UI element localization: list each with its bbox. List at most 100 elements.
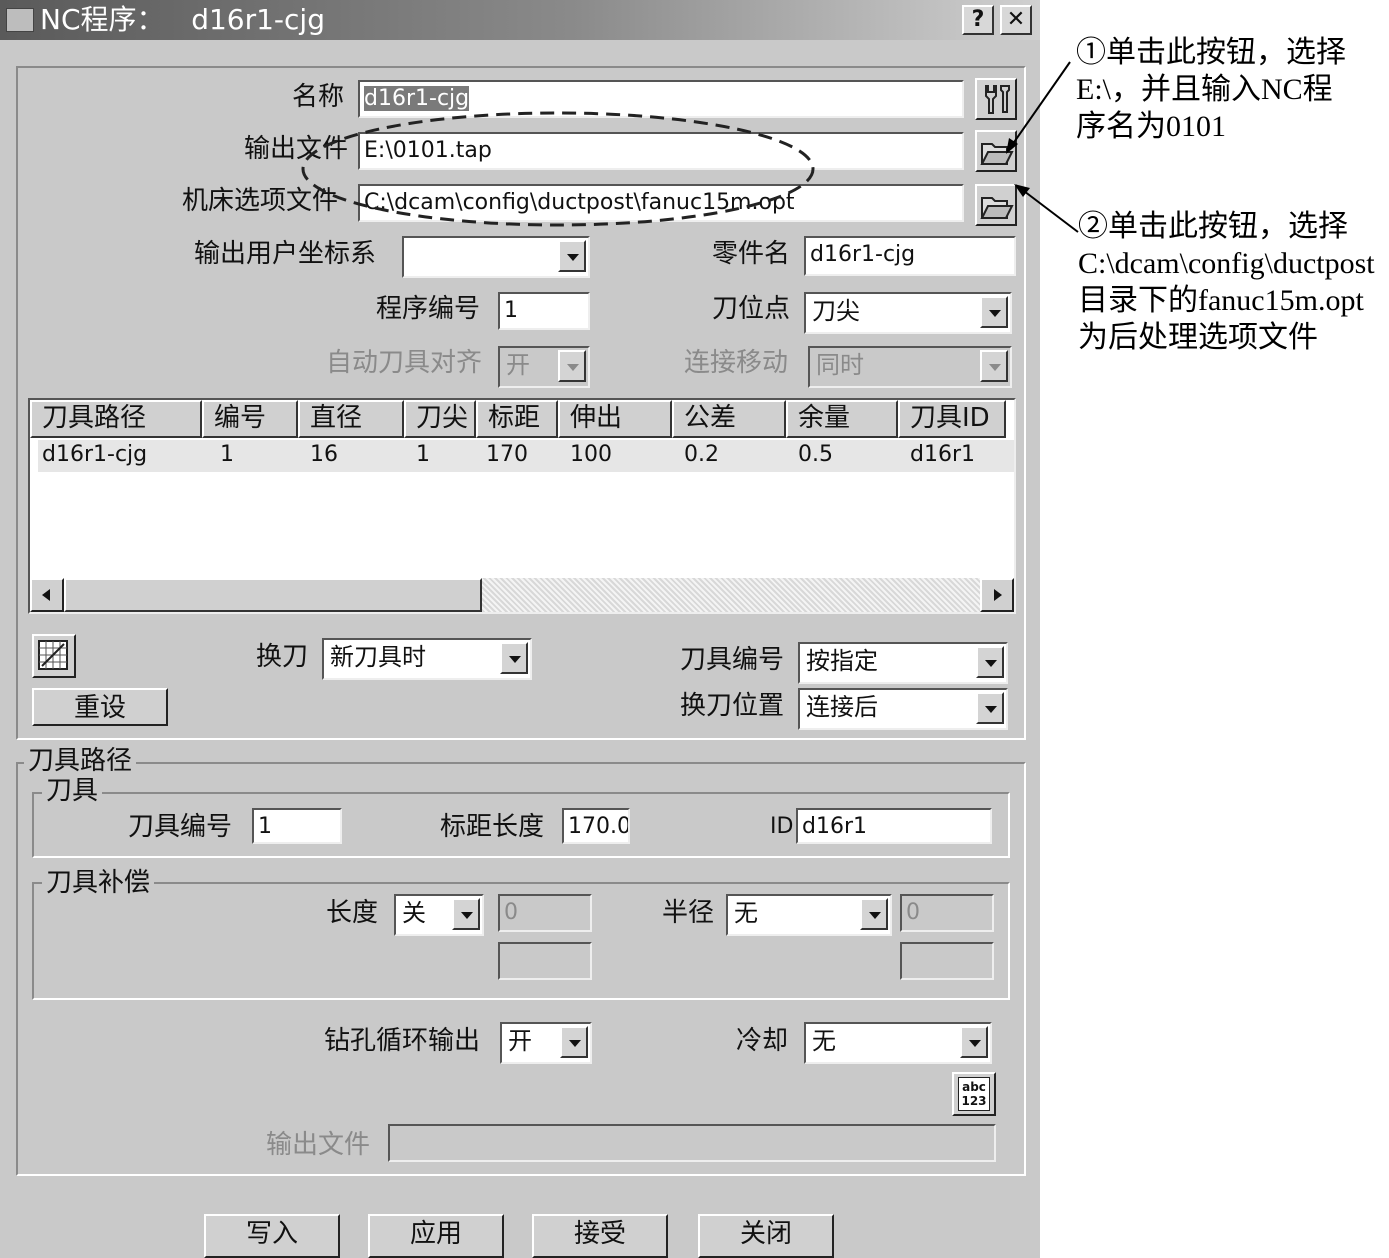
table-cell: 16 [310, 442, 338, 467]
radius-extra-field[interactable] [900, 942, 994, 980]
arrow-left-icon [42, 589, 50, 601]
coolant-select[interactable]: 无 [804, 1022, 992, 1064]
length-select[interactable]: 关 [394, 894, 484, 936]
table-cell: 0.2 [684, 442, 719, 467]
column-header[interactable]: 刀具路径 [30, 400, 202, 438]
window-title: NC程序： d16r1-cjg [40, 3, 325, 36]
annotation-arrow-1 [1009, 61, 1071, 149]
annotation-1: ①单击此按钮，选择 E:\，并且输入NC程 序名为0101 [1076, 36, 1346, 143]
arrow-right-icon [994, 589, 1002, 601]
radius-select[interactable]: 无 [726, 894, 892, 936]
drill-cycle-label: 钻孔循环输出 [324, 1026, 481, 1056]
toolpath-group-label: 刀具路径 [24, 746, 137, 776]
link-move-select[interactable]: 同时 [808, 346, 1012, 388]
length-extra-field[interactable] [498, 942, 592, 980]
auto-align-value: 开 [506, 351, 530, 379]
gauge-label: 标距长度 [440, 812, 545, 842]
drill-cycle-select[interactable]: 开 [500, 1022, 592, 1064]
toolpath-table: 刀具路径 编号 直径 刀尖 标距 伸出 公差 余量 刀具ID d16r1-cjg… [28, 398, 1016, 614]
chevron-down-icon[interactable] [980, 350, 1008, 382]
radius-label: 半径 [662, 898, 715, 928]
reset-button[interactable]: 重设 [32, 688, 168, 726]
part-name-label: 零件名 [712, 239, 791, 269]
compensation-group-label: 刀具补偿 [42, 868, 155, 898]
chevron-down-icon[interactable] [976, 646, 1004, 678]
column-header[interactable]: 标距 [476, 400, 558, 438]
coolant-value: 无 [812, 1027, 836, 1055]
radius-amount-field[interactable]: 0 [900, 894, 994, 932]
apply-button[interactable]: 应用 [368, 1214, 504, 1258]
tool-number-select[interactable]: 按指定 [798, 642, 1008, 684]
position-label: 换刀位置 [680, 691, 785, 721]
table-cell: 0.5 [798, 442, 833, 467]
scrollbar-thumb[interactable] [64, 578, 482, 612]
change-select[interactable]: 新刀具时 [322, 638, 532, 680]
chevron-down-icon[interactable] [976, 692, 1004, 724]
out-file-field[interactable] [388, 1124, 996, 1162]
position-select[interactable]: 连接后 [798, 688, 1008, 730]
table-cell: d16r1 [910, 442, 976, 467]
accept-button[interactable]: 接受 [532, 1214, 668, 1258]
horizontal-scrollbar[interactable] [30, 578, 1014, 612]
chevron-down-icon[interactable] [558, 240, 586, 272]
title-bar[interactable]: NC程序： d16r1-cjg ? ✕ [0, 0, 1040, 40]
link-move-value: 同时 [816, 351, 864, 379]
program-no-field[interactable]: 1 [498, 292, 590, 330]
column-header[interactable]: 伸出 [558, 400, 672, 438]
position-value: 连接后 [806, 693, 878, 721]
auto-align-select[interactable]: 开 [498, 346, 590, 388]
table-cell: 1 [416, 442, 430, 467]
chevron-down-icon[interactable] [452, 898, 480, 930]
write-button[interactable]: 写入 [204, 1214, 340, 1258]
part-name-field[interactable]: d16r1-cjg [804, 236, 1016, 276]
column-header[interactable]: 编号 [202, 400, 298, 438]
column-header[interactable]: 直径 [298, 400, 404, 438]
help-button[interactable]: ? [962, 5, 994, 35]
table-cell: 1 [220, 442, 234, 467]
grid-select-icon [38, 640, 68, 670]
annotation-2: ②单击此按钮，选择 C:\dcam\config\ductpost 目录下的fa… [1078, 210, 1375, 354]
chevron-down-icon[interactable] [860, 898, 888, 930]
chevron-down-icon[interactable] [558, 350, 586, 382]
column-header[interactable]: 刀尖 [404, 400, 476, 438]
scroll-right-button[interactable] [980, 578, 1014, 612]
column-header[interactable]: 刀具ID [898, 400, 1006, 438]
id-field[interactable]: d16r1 [796, 808, 992, 844]
tool-number-label: 刀具编号 [680, 645, 785, 675]
auto-align-label: 自动刀具对齐 [326, 348, 483, 378]
grid-icon-button[interactable] [32, 634, 76, 678]
tool-number-value: 按指定 [806, 647, 878, 675]
change-value: 新刀具时 [330, 643, 426, 671]
out-file-label: 输出文件 [266, 1130, 371, 1160]
app-icon [6, 8, 34, 32]
chevron-down-icon[interactable] [500, 642, 528, 674]
length-amount-field[interactable]: 0 [498, 894, 592, 932]
close-window-button[interactable]: ✕ [1000, 5, 1032, 35]
scroll-left-button[interactable] [30, 578, 64, 612]
annotation-arrow-2 [1019, 187, 1079, 233]
gauge-field[interactable]: 170.0 [562, 808, 630, 844]
column-header[interactable]: 余量 [786, 400, 898, 438]
change-label: 换刀 [256, 642, 309, 672]
column-header[interactable]: 公差 [672, 400, 786, 438]
id-label: ID [770, 814, 794, 839]
nc-program-dialog: NC程序： d16r1-cjg ? ✕ 名称 d16r1-cjg 输出文件 E:… [0, 0, 1040, 1258]
tool-no-field[interactable]: 1 [252, 808, 342, 844]
table-cell: 170 [486, 442, 528, 467]
highlight-ellipse [301, 111, 815, 227]
chevron-down-icon[interactable] [560, 1026, 588, 1058]
length-value: 关 [402, 899, 426, 927]
close-button[interactable]: 关闭 [698, 1214, 834, 1258]
tool-point-label: 刀位点 [712, 294, 791, 324]
program-no-label: 程序编号 [376, 294, 481, 324]
chevron-down-icon[interactable] [960, 1026, 988, 1058]
length-label: 长度 [326, 898, 379, 928]
arrowhead-icon [1014, 184, 1030, 197]
abc-123-button[interactable]: abc 123 [952, 1072, 996, 1116]
ucs-select[interactable] [402, 236, 590, 278]
annotation-arrows [1006, 61, 1079, 233]
tool-group-label: 刀具 [42, 776, 103, 806]
drill-cycle-value: 开 [508, 1027, 532, 1055]
chevron-down-icon[interactable] [980, 296, 1008, 328]
tool-point-select[interactable]: 刀尖 [804, 292, 1012, 334]
